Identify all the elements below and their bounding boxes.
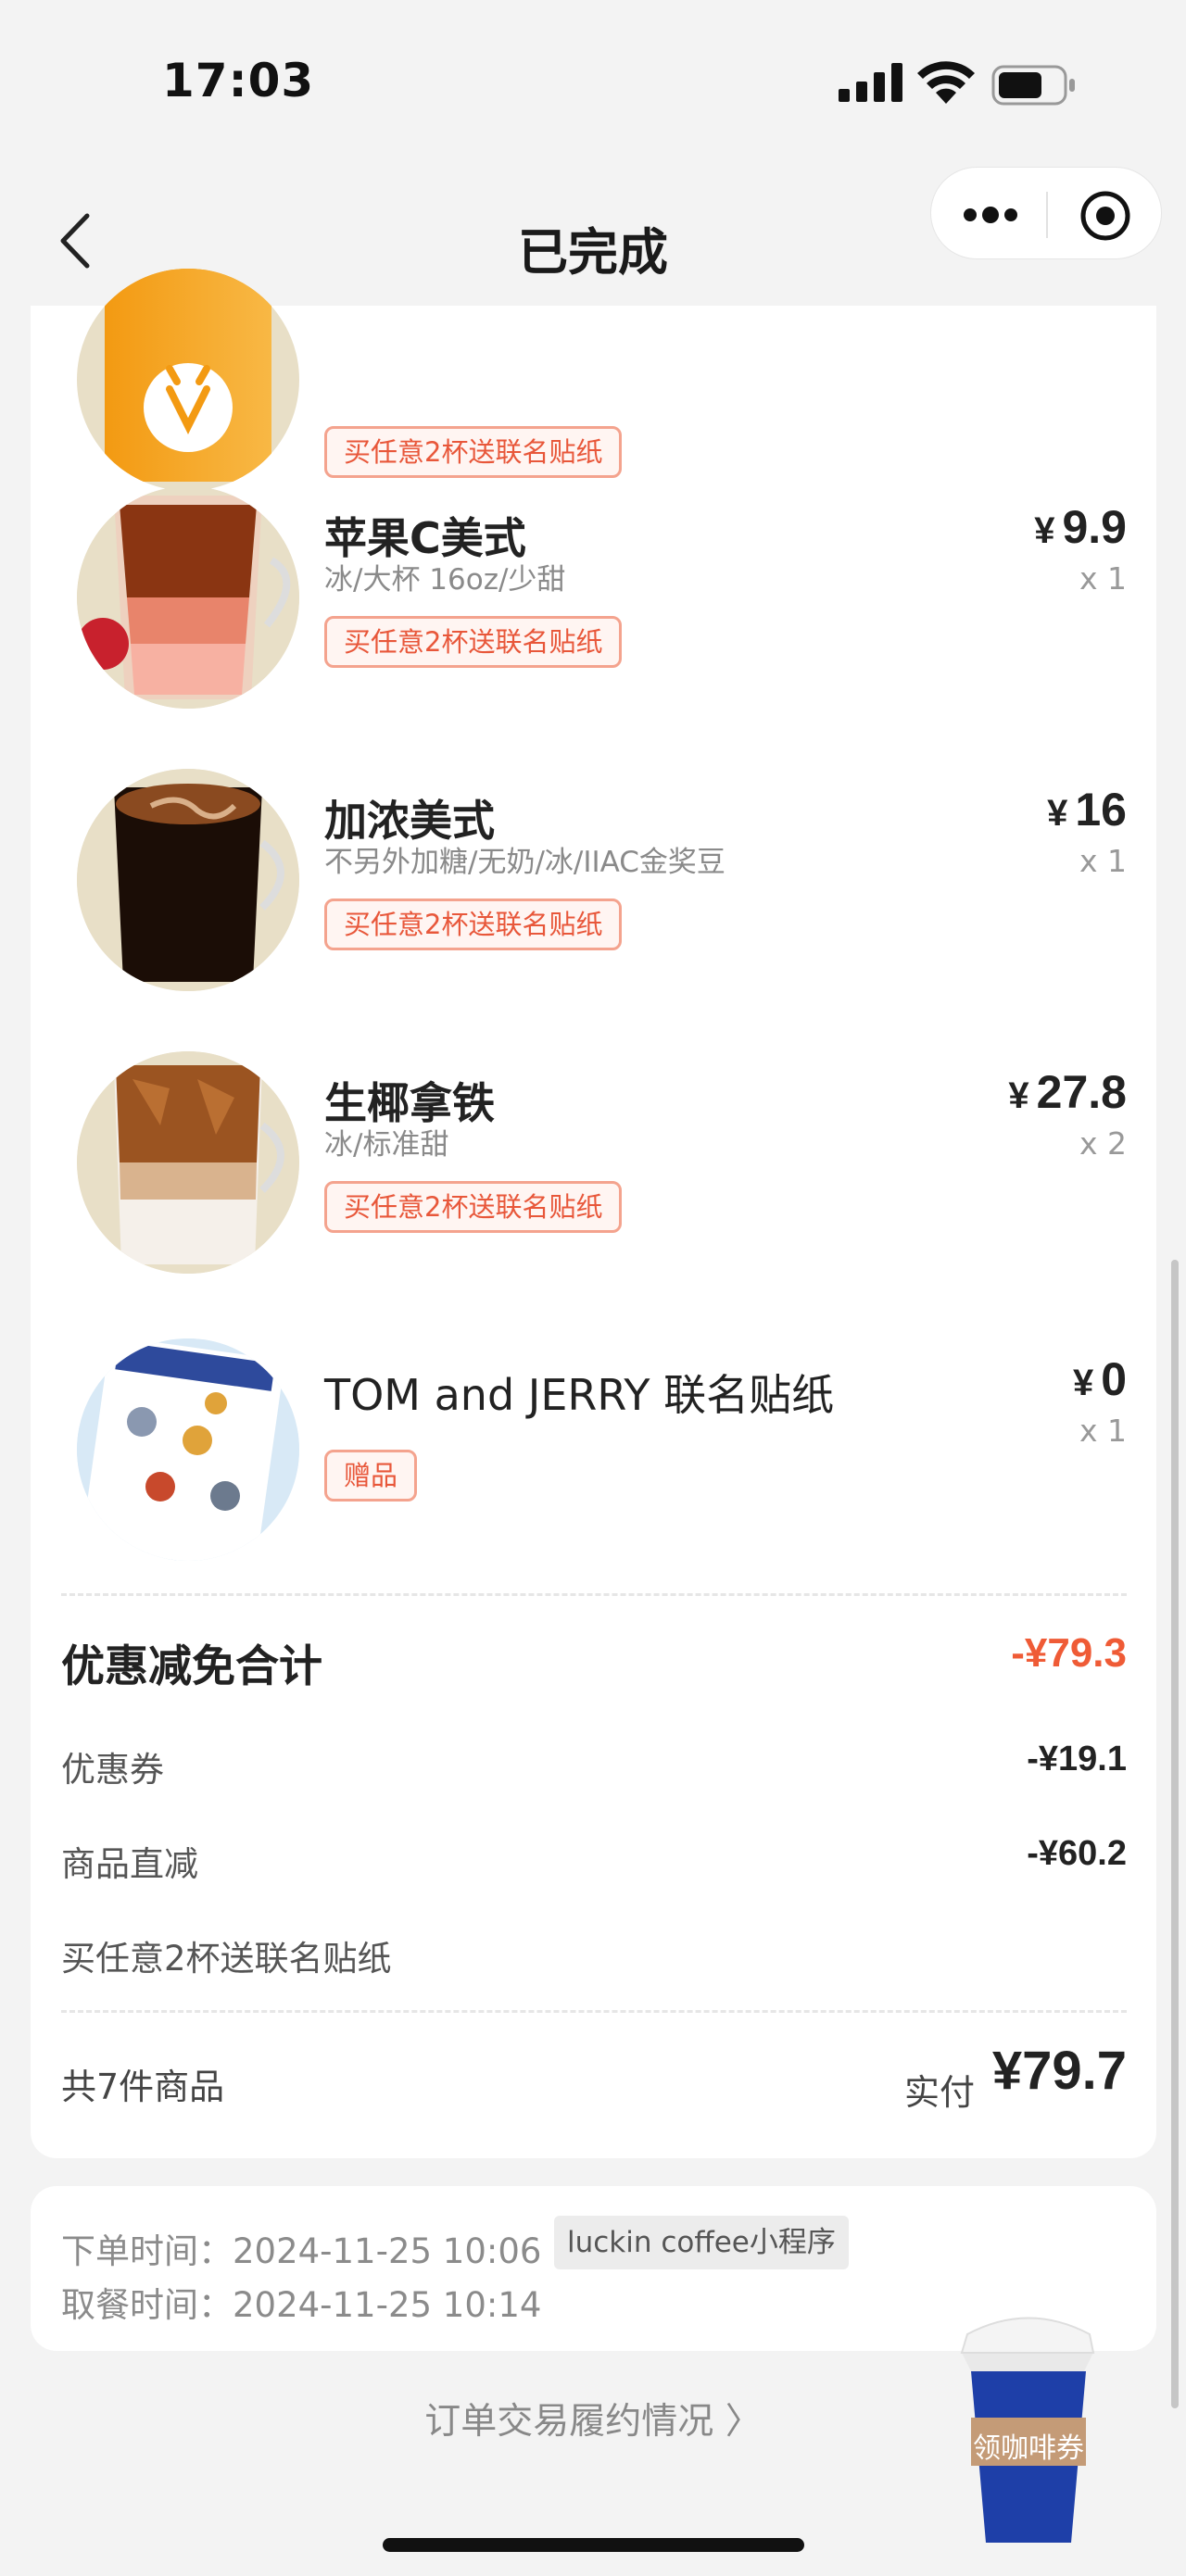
- product-image: [77, 1338, 299, 1561]
- product-price: ¥16: [1047, 784, 1127, 836]
- product-image: [77, 486, 299, 709]
- promo-tag: 买任意2杯送联名贴纸: [324, 1181, 623, 1233]
- divider: [61, 1593, 1127, 1596]
- discount-total: -¥79.3: [1011, 1630, 1127, 1676]
- product-qty: x 2: [1079, 1125, 1127, 1162]
- product-qty: x 1: [1079, 560, 1127, 597]
- currency-symbol: ¥: [1034, 510, 1055, 551]
- promo-label: 买任意2杯送联名贴纸: [61, 1939, 392, 1979]
- order-item[interactable]: TOM and JERRY 联名贴纸 赠品 ¥0 x 1: [31, 1311, 1156, 1589]
- product-spec: 不另外加糖/无奶/冰/IIAC金奖豆: [324, 846, 725, 879]
- order-items-card: 买任意2杯送联名贴纸 苹果C美式 冰/大杯 16oz/少甜 买任意2杯送联名贴纸…: [31, 269, 1156, 2158]
- source-badge: luckin coffee小程序: [554, 2216, 849, 2269]
- product-qty: x 1: [1079, 1413, 1127, 1449]
- direct-discount-label: 商品直减: [61, 1844, 198, 1884]
- battery-icon: [991, 65, 1075, 106]
- product-image: [77, 769, 299, 991]
- paid-value: ¥79.7: [991, 2041, 1127, 2101]
- order-item[interactable]: 生椰拿铁 冰/标准甜 买任意2杯送联名贴纸 ¥27.8 x 2: [31, 1024, 1156, 1301]
- divider: [61, 2010, 1127, 2013]
- product-qty: x 1: [1079, 843, 1127, 879]
- promo-tag: 买任意2杯送联名贴纸: [324, 616, 623, 668]
- close-target-icon[interactable]: [1079, 190, 1131, 242]
- currency-symbol: ¥: [1072, 1363, 1094, 1403]
- coupon-float-label: 领咖啡券: [973, 2433, 1084, 2464]
- wifi-icon: [917, 61, 975, 104]
- home-indicator: [383, 2538, 804, 2552]
- paid-label: 实付: [903, 2072, 975, 2113]
- order-item[interactable]: 加浓美式 不另外加糖/无奶/冰/IIAC金奖豆 买任意2杯送联名贴纸 ¥16 x…: [31, 741, 1156, 1019]
- status-bar: 17:03: [0, 0, 1186, 167]
- product-image: [77, 1051, 299, 1274]
- scrollbar[interactable]: [1171, 1260, 1179, 2408]
- coupon-label: 优惠券: [61, 1750, 164, 1790]
- capsule-divider: [1046, 192, 1048, 238]
- pickup-time: 取餐时间：2024-11-25 10:14: [61, 2285, 542, 2325]
- gift-tag: 赠品: [324, 1450, 418, 1502]
- product-price: ¥27.8: [1008, 1066, 1127, 1118]
- direct-discount-value: -¥60.2: [1027, 1834, 1127, 1873]
- item-count: 共7件商品: [61, 2067, 225, 2107]
- coupon-value: -¥19.1: [1027, 1740, 1127, 1778]
- product-price: ¥9.9: [1034, 501, 1127, 553]
- promo-tag: 买任意2杯送联名贴纸: [324, 898, 623, 950]
- currency-symbol: ¥: [1047, 793, 1068, 834]
- signal-icon: [839, 63, 902, 102]
- discount-title: 优惠减免合计: [61, 1641, 322, 1692]
- currency-symbol: ¥: [1008, 1075, 1029, 1116]
- product-spec: 冰/标准甜: [324, 1128, 449, 1162]
- order-item[interactable]: 苹果C美式 冰/大杯 16oz/少甜 买任意2杯送联名贴纸 ¥9.9 x 1: [31, 459, 1156, 736]
- coffee-coupon-float[interactable]: 领咖啡券: [954, 2288, 1103, 2547]
- more-dots-icon[interactable]: [961, 199, 1020, 231]
- product-spec: 冰/大杯 16oz/少甜: [324, 563, 566, 597]
- status-time: 17:03: [162, 54, 315, 107]
- product-name: TOM and JERRY 联名贴纸: [324, 1370, 835, 1420]
- order-time: 下单时间：2024-11-25 10:06: [61, 2231, 542, 2271]
- product-image: [77, 269, 299, 491]
- product-price: ¥0: [1072, 1353, 1127, 1405]
